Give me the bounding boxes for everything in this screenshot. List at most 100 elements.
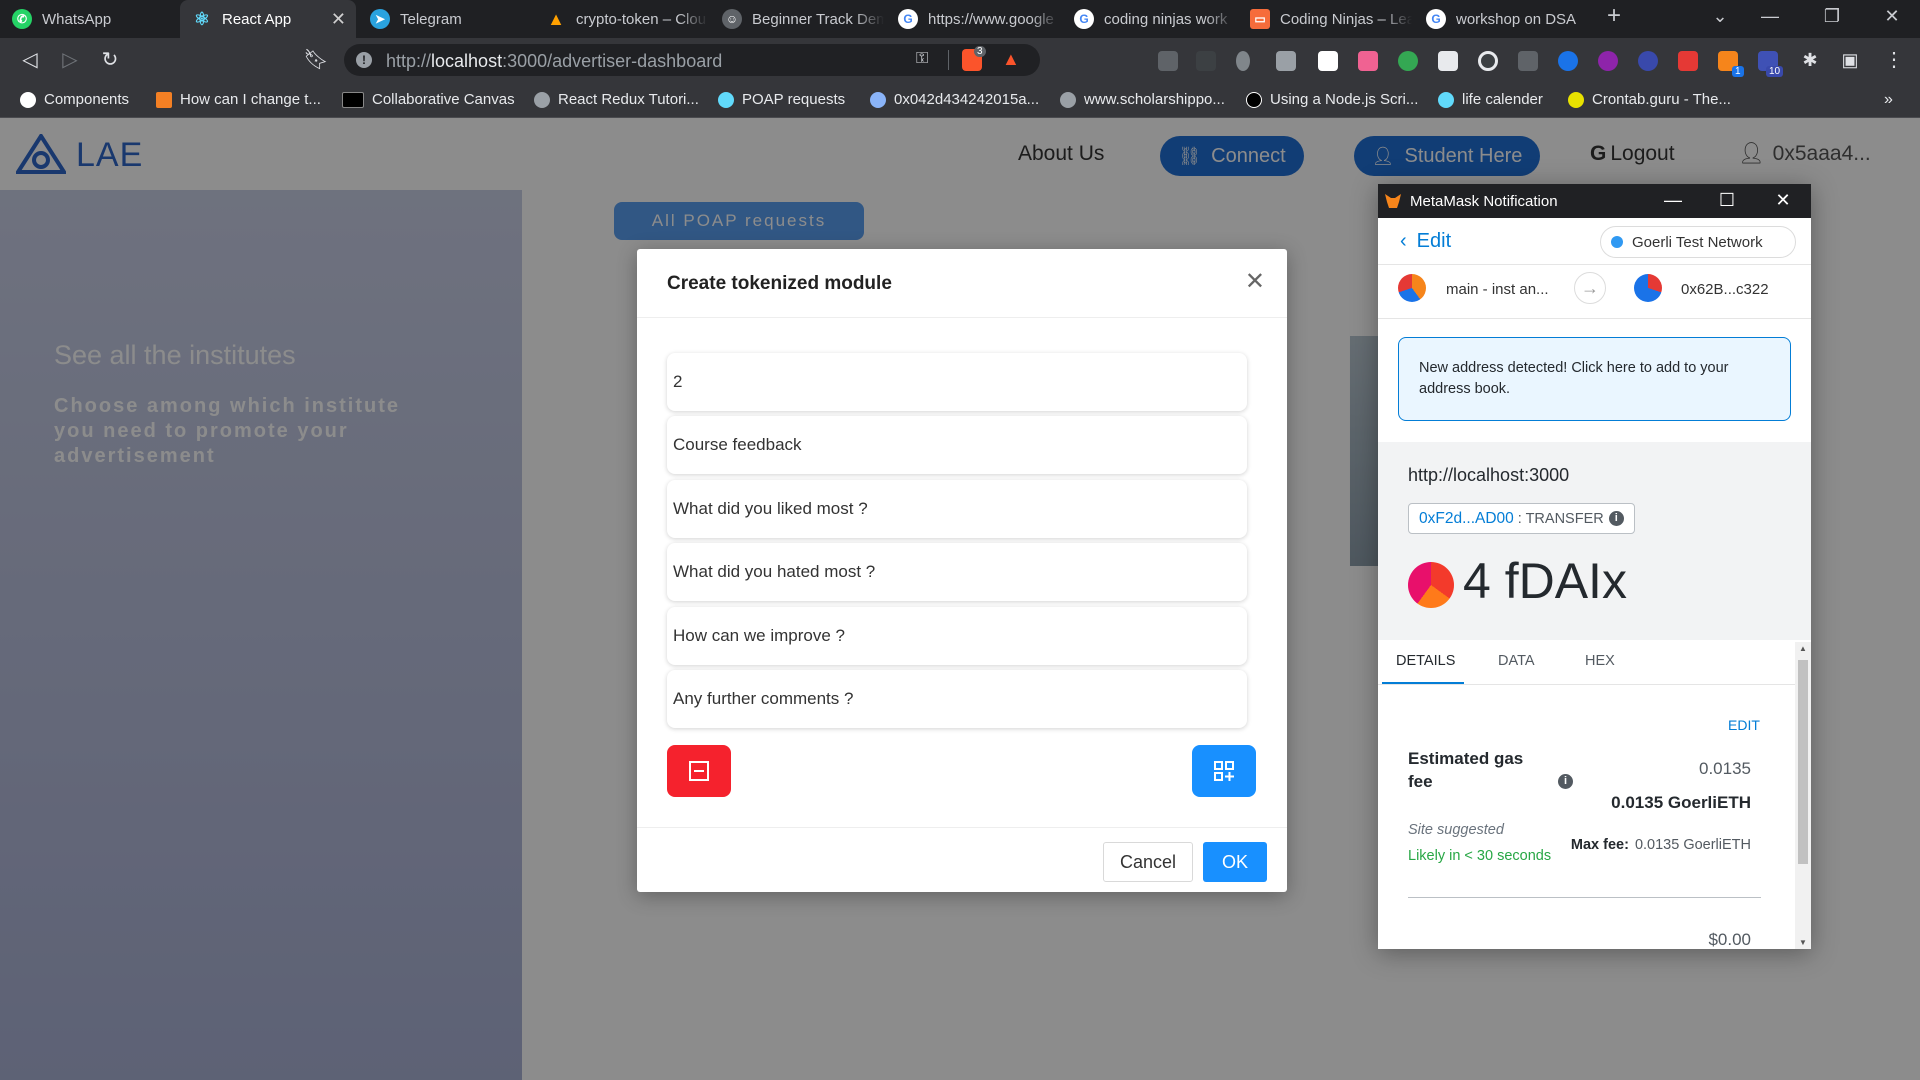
key-icon[interactable]: ⚿: [916, 50, 928, 68]
contract-address[interactable]: 0xF2d...AD00: [1419, 510, 1514, 528]
bookmark-item[interactable]: Crontab.guru - The...: [1568, 91, 1731, 108]
gas-fee-eth: 0.0135 GoerliETH: [1611, 793, 1751, 812]
from-account[interactable]: main - inst an...: [1446, 281, 1549, 298]
reload-icon[interactable]: ↻: [96, 46, 124, 74]
tab-google-search[interactable]: G https://www.google: [886, 0, 1060, 38]
bookmark-item[interactable]: POAP requests: [718, 91, 845, 108]
module-count-input[interactable]: 2: [667, 353, 1247, 411]
camera-extension-icon[interactable]: [1276, 51, 1296, 71]
close-icon[interactable]: ✕: [1245, 267, 1265, 296]
chart-extension-icon[interactable]: [1438, 51, 1458, 71]
metamask-window: MetaMask Notification — ☐ ✕ ‹ Edit Goerli…: [1378, 184, 1811, 949]
cursor-extension-icon[interactable]: [1158, 51, 1178, 71]
new-tab-icon[interactable]: +: [1594, 2, 1634, 30]
back-icon[interactable]: ◁: [16, 46, 44, 74]
to-account-avatar: [1634, 274, 1662, 302]
question-input[interactable]: Any further comments ?: [667, 670, 1247, 728]
forward-icon[interactable]: ▷: [56, 46, 84, 74]
scroll-up-icon[interactable]: ▲: [1798, 644, 1808, 653]
tab-whatsapp[interactable]: ✆ WhatsApp: [0, 0, 178, 38]
more-bookmarks-icon[interactable]: »: [1884, 91, 1893, 109]
medium-icon: [1246, 91, 1262, 108]
append-grid-icon: [1214, 761, 1234, 781]
bottle-extension-icon[interactable]: [1236, 51, 1250, 71]
tab-telegram[interactable]: ➤ Telegram: [358, 0, 532, 38]
close-window-icon[interactable]: ✕: [1768, 190, 1798, 211]
cancel-button[interactable]: Cancel: [1103, 842, 1193, 882]
brave-badge: 3: [974, 46, 986, 57]
minimize-icon[interactable]: —: [1750, 6, 1790, 27]
w-extension-icon[interactable]: [1598, 51, 1618, 71]
tab-details[interactable]: DETAILS: [1396, 653, 1455, 669]
ok-button[interactable]: OK: [1203, 842, 1267, 882]
network-selector[interactable]: Goerli Test Network: [1600, 226, 1796, 258]
extensions-puzzle-icon[interactable]: ✱: [1796, 46, 1824, 74]
tab-coding-ninjas-search[interactable]: G coding ninjas work: [1062, 0, 1236, 38]
contract-method-badge[interactable]: 0xF2d...AD00 : TRANSFER i: [1408, 503, 1635, 534]
bookmarks-bar: Components How can I change t... Collabo…: [0, 82, 1920, 118]
tab-search-icon[interactable]: ⌄: [1700, 6, 1740, 27]
bookmark-item[interactable]: Using a Node.js Scri...: [1246, 91, 1418, 108]
dots-extension-icon[interactable]: [1678, 51, 1698, 71]
brave-rewards-icon[interactable]: ▲: [1002, 49, 1020, 70]
browser-tab-bar: ✆ WhatsApp ⚛ React App ✕ ➤ Telegram ▲ cr…: [0, 0, 1920, 38]
scrollbar-thumb[interactable]: [1798, 660, 1808, 864]
close-tab-icon[interactable]: ✕: [331, 9, 346, 30]
edit-gas-link[interactable]: EDIT: [1728, 717, 1760, 733]
new-address-alert[interactable]: New address detected! Click here to add …: [1398, 337, 1791, 421]
bookmark-item[interactable]: www.scholarshippo...: [1060, 91, 1225, 108]
green-extension-icon[interactable]: [1318, 51, 1338, 71]
bookmark-item[interactable]: 0x042d434242015a...: [870, 91, 1039, 108]
bookmark-item[interactable]: React Redux Tutori...: [534, 91, 699, 108]
site-suggested-label: Site suggested: [1408, 822, 1504, 838]
estimated-gas-label: Estimated gas fee: [1408, 749, 1524, 791]
dev-icon: [342, 91, 364, 108]
tab-workshop-dsa[interactable]: G workshop on DSA: [1414, 0, 1588, 38]
add-field-button[interactable]: [1192, 745, 1256, 797]
tab-react-app[interactable]: ⚛ React App ✕: [180, 0, 356, 38]
close-window-icon[interactable]: ✕: [1872, 6, 1912, 27]
minimize-icon[interactable]: —: [1658, 190, 1688, 211]
bookmark-item[interactable]: Collaborative Canvas: [342, 91, 515, 108]
firebase-icon: ▲: [547, 8, 565, 29]
question-input[interactable]: What did you hated most ?: [667, 543, 1247, 601]
to-account[interactable]: 0x62B...c322: [1681, 281, 1769, 298]
bookmark-item[interactable]: How can I change t...: [156, 91, 321, 108]
scrollbar[interactable]: ▲ ▼: [1795, 642, 1811, 949]
plus-extension-icon[interactable]: [1398, 51, 1418, 71]
scroll-down-icon[interactable]: ▼: [1798, 938, 1808, 947]
menu-kebab-icon[interactable]: ⋮: [1880, 46, 1908, 74]
bookmark-item[interactable]: Components: [20, 91, 129, 108]
blue-extension-icon[interactable]: [1558, 51, 1578, 71]
github-icon: [20, 91, 36, 108]
maximize-icon[interactable]: ☐: [1712, 190, 1742, 211]
pink-extension-icon[interactable]: [1358, 51, 1378, 71]
edit-back-button[interactable]: ‹ Edit: [1400, 230, 1451, 253]
bookmark-item[interactable]: life calender: [1438, 91, 1543, 108]
question-input[interactable]: What did you liked most ?: [667, 480, 1247, 538]
bookmark-icon[interactable]: 🔖︎: [302, 46, 330, 74]
site-info-icon[interactable]: !: [356, 52, 372, 68]
code-extension-icon[interactable]: [1196, 51, 1216, 71]
google-icon: G: [1426, 9, 1446, 29]
remove-field-button[interactable]: [667, 745, 731, 797]
info-icon[interactable]: i: [1608, 511, 1624, 526]
address-bar[interactable]: ! http://localhost:3000/advertiser-dashb…: [344, 44, 1040, 76]
url-text[interactable]: http://localhost:3000/advertiser-dashboa…: [386, 51, 722, 72]
restore-icon[interactable]: ❐: [1812, 6, 1852, 27]
minus-square-icon: [689, 761, 709, 781]
question-input[interactable]: How can we improve ?: [667, 607, 1247, 665]
divider: [637, 827, 1287, 828]
tab-firebase[interactable]: ▲ crypto-token – Clou: [534, 0, 708, 38]
tab-coding-ninjas[interactable]: ▭ Coding Ninjas – Lea: [1238, 0, 1412, 38]
info-icon[interactable]: i: [1558, 774, 1573, 789]
crontab-icon: [1568, 91, 1584, 108]
tab-beginner-track[interactable]: ☺ Beginner Track Dem: [710, 0, 884, 38]
at-extension-icon[interactable]: [1638, 51, 1658, 71]
grid-extension-icon[interactable]: [1518, 51, 1538, 71]
tab-hex[interactable]: HEX: [1585, 653, 1615, 669]
module-title-input[interactable]: Course feedback: [667, 416, 1247, 474]
wallet-icon[interactable]: ▣: [1836, 46, 1864, 74]
tab-data[interactable]: DATA: [1498, 653, 1535, 669]
target-extension-icon[interactable]: [1478, 51, 1498, 71]
